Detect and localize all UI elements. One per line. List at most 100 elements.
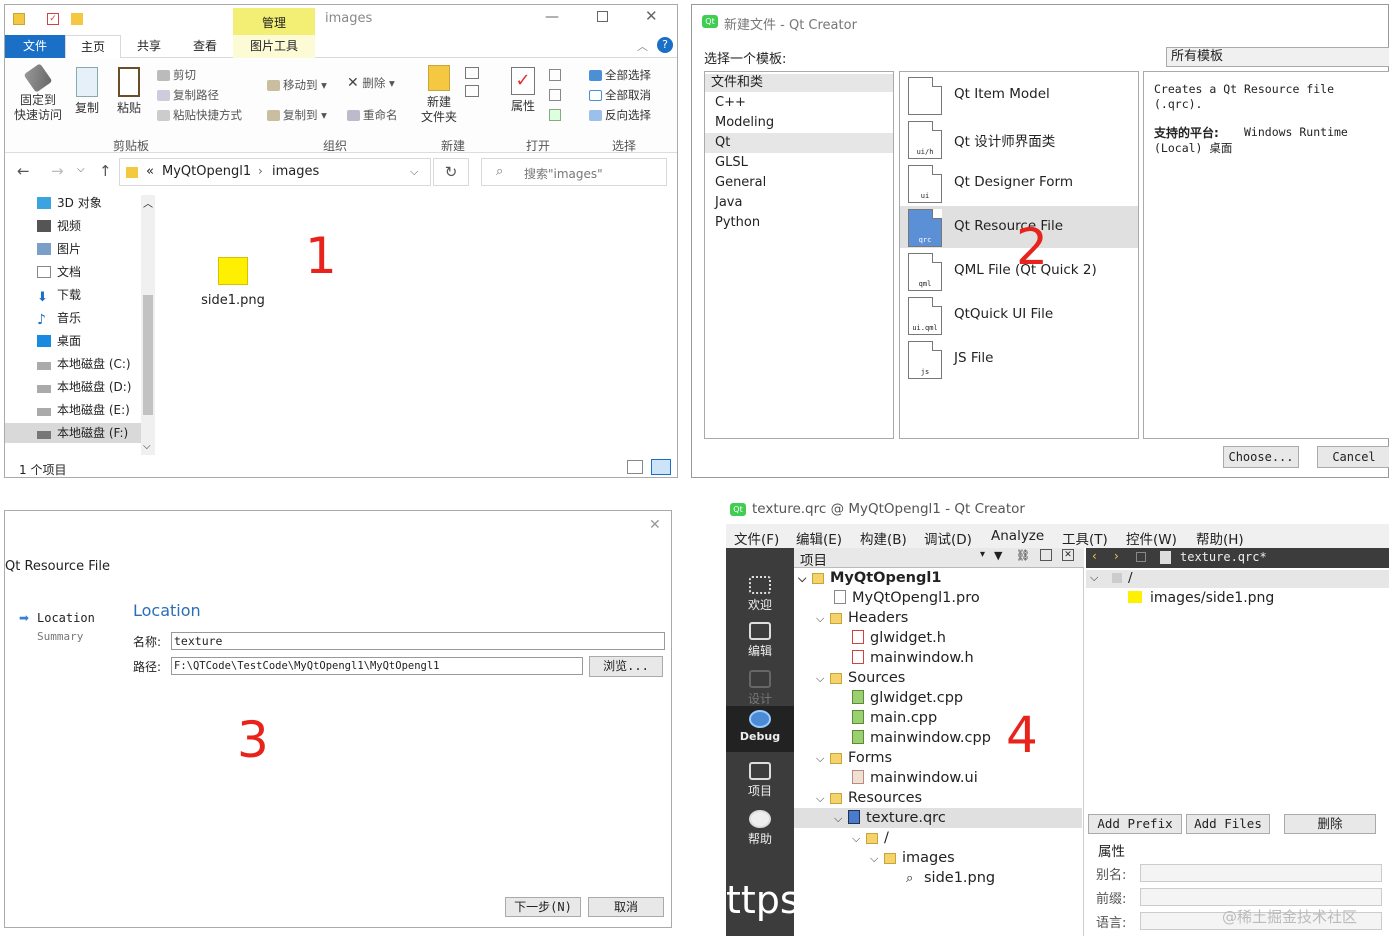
scrollbar-thumb[interactable]	[143, 295, 153, 415]
chevron-up-icon[interactable]: ︿	[143, 195, 153, 210]
chevron-up-icon[interactable]: ︿	[637, 38, 648, 54]
chevron-down-icon[interactable]: ⌵	[143, 441, 151, 452]
mode-welcome[interactable]: 欢迎	[726, 576, 794, 613]
close-icon[interactable]: ✕	[1062, 549, 1074, 561]
next-button[interactable]: 下一步(N)	[505, 897, 581, 917]
template-item[interactable]: ui/h Qt 设计师界面类	[908, 118, 1138, 160]
mode-design[interactable]: 设计	[726, 670, 794, 707]
tree-row[interactable]: mainwindow.ui	[852, 768, 978, 788]
chevron-down-icon[interactable]: ⌵	[798, 569, 812, 589]
nav-item-videos[interactable]: 视频	[37, 216, 81, 236]
nav-item-drive-c[interactable]: 本地磁盘 (C:)	[37, 354, 131, 374]
nav-item-music[interactable]: ♪ 音乐	[37, 308, 81, 328]
tab-home[interactable]: 主页	[65, 35, 121, 58]
delete-button[interactable]: ✕ 删除 ▾	[347, 75, 395, 91]
tiles-view-icon[interactable]	[651, 459, 671, 475]
menu-analyze[interactable]: Analyze	[991, 528, 1044, 544]
split-icon[interactable]	[1040, 549, 1052, 561]
cancel-button[interactable]: Cancel	[1317, 446, 1389, 468]
paste-shortcut-button[interactable]: 粘贴快捷方式	[157, 107, 242, 123]
template-item[interactable]: ui.qml QtQuick UI File	[908, 294, 1138, 336]
add-files-button[interactable]: Add Files	[1186, 814, 1270, 834]
chevron-down-icon[interactable]: ⌵	[1090, 571, 1098, 585]
category-item[interactable]: C++	[715, 93, 746, 113]
tree-row[interactable]: ⌵ /	[852, 828, 889, 848]
chevron-down-icon[interactable]: ⌵	[852, 829, 866, 849]
chevron-down-icon[interactable]: ⌵	[834, 809, 848, 829]
browse-button[interactable]: 浏览...	[589, 656, 663, 677]
cancel-button[interactable]: 取消	[588, 897, 664, 917]
delete-button[interactable]: 删除	[1284, 814, 1376, 834]
nav-scrollbar[interactable]: ︿ ⌵	[141, 195, 155, 455]
move-to-button[interactable]: 移动到 ▾	[267, 77, 327, 93]
choose-button[interactable]: Choose...	[1223, 446, 1299, 468]
minimize-icon[interactable]: —	[545, 9, 559, 25]
editor-tab[interactable]: texture.qrc*	[1180, 550, 1267, 564]
nav-item-downloads[interactable]: ⬇ 下载	[37, 285, 81, 305]
menu-help[interactable]: 帮助(H)	[1196, 528, 1244, 548]
nav-item-drive-e[interactable]: 本地磁盘 (E:)	[37, 400, 130, 420]
edit-icon[interactable]	[549, 89, 561, 101]
chevron-down-icon[interactable]: ⌵	[870, 849, 884, 869]
file-item[interactable]: side1.png	[197, 257, 269, 308]
nav-item-drive-d[interactable]: 本地磁盘 (D:)	[37, 377, 131, 397]
tree-row[interactable]: glwidget.cpp	[852, 688, 963, 708]
menu-debug[interactable]: 调试(D)	[924, 528, 972, 548]
chevron-down-icon[interactable]: ⌵	[410, 165, 418, 179]
chevron-right-icon[interactable]: ›	[1114, 549, 1119, 563]
alias-field[interactable]	[1140, 864, 1382, 882]
tree-row[interactable]: ⌵ Sources	[816, 668, 905, 688]
copy-button[interactable]: 复制	[71, 67, 103, 116]
mode-edit[interactable]: 编辑	[726, 622, 794, 659]
forward-icon[interactable]: →	[51, 162, 64, 180]
path-field[interactable]: F:\QTCode\TestCode\MyQtOpengl1\MyQtOpeng…	[171, 657, 583, 675]
template-item[interactable]: Qt Item Model	[908, 74, 1138, 116]
tree-row[interactable]: ⌵ MyQtOpengl1	[798, 568, 941, 588]
chevron-down-icon[interactable]: ▾	[980, 549, 985, 560]
tab-file[interactable]: 文件	[5, 35, 65, 58]
name-field[interactable]: texture	[171, 632, 665, 650]
nav-item-desktop[interactable]: 桌面	[37, 331, 81, 351]
select-all-button[interactable]: 全部选择	[589, 67, 651, 83]
prefix-field[interactable]	[1140, 888, 1382, 906]
breadcrumb-item[interactable]: MyQtOpengl1	[162, 164, 251, 179]
template-item[interactable]: ui Qt Designer Form	[908, 162, 1138, 204]
tab-share[interactable]: 共享	[121, 35, 177, 58]
back-icon[interactable]: ←	[17, 162, 30, 180]
menu-tools[interactable]: 工具(T)	[1062, 528, 1108, 548]
add-prefix-button[interactable]: Add Prefix	[1088, 814, 1182, 834]
breadcrumb-overflow[interactable]: «	[146, 164, 154, 179]
category-item[interactable]: Java	[715, 193, 742, 213]
close-icon[interactable]: ✕	[649, 517, 661, 533]
resource-prefix-row[interactable]: ⌵ /	[1086, 570, 1389, 588]
tab-view[interactable]: 查看	[177, 35, 233, 58]
category-item-selected[interactable]: Qt	[705, 133, 893, 153]
pin-quick-access-button[interactable]: 固定到 快速访问	[13, 63, 63, 123]
rename-button[interactable]: 重命名	[347, 107, 398, 123]
template-filter-select[interactable]: 所有模板	[1166, 47, 1389, 67]
chevron-down-icon[interactable]: ⌵	[816, 609, 830, 629]
up-icon[interactable]: ↑	[99, 162, 112, 180]
filter-icon[interactable]: ▼	[994, 549, 1002, 562]
paste-button[interactable]: 粘贴	[113, 67, 145, 116]
chevron-down-icon[interactable]: ⌵	[816, 789, 830, 809]
menu-edit[interactable]: 编辑(E)	[796, 528, 842, 548]
template-item[interactable]: js JS File	[908, 338, 1138, 380]
chevron-left-icon[interactable]: ‹	[1092, 549, 1097, 563]
link-icon[interactable]: ⛓	[1016, 549, 1030, 562]
chevron-down-icon[interactable]: ⌵	[816, 749, 830, 769]
nav-item-pictures[interactable]: 图片	[37, 239, 81, 259]
category-item[interactable]: GLSL	[715, 153, 748, 173]
category-header[interactable]: 文件和类	[705, 74, 893, 92]
cut-button[interactable]: 剪切	[157, 67, 196, 83]
tree-row[interactable]: ⌵ Forms	[816, 748, 892, 768]
tab-picture-tools[interactable]: 图片工具	[233, 35, 315, 58]
tree-row[interactable]: ⌕ side1.png	[906, 868, 995, 888]
menu-file[interactable]: 文件(F)	[734, 528, 779, 548]
history-icon[interactable]	[549, 109, 561, 121]
invert-select-button[interactable]: 反向选择	[589, 107, 651, 123]
open-icon[interactable]	[549, 69, 561, 81]
copy-path-button[interactable]: 复制路径	[157, 87, 219, 103]
new-folder-button[interactable]: 新建 文件夹	[417, 65, 461, 125]
tree-row[interactable]: ⌵ Resources	[816, 788, 922, 808]
